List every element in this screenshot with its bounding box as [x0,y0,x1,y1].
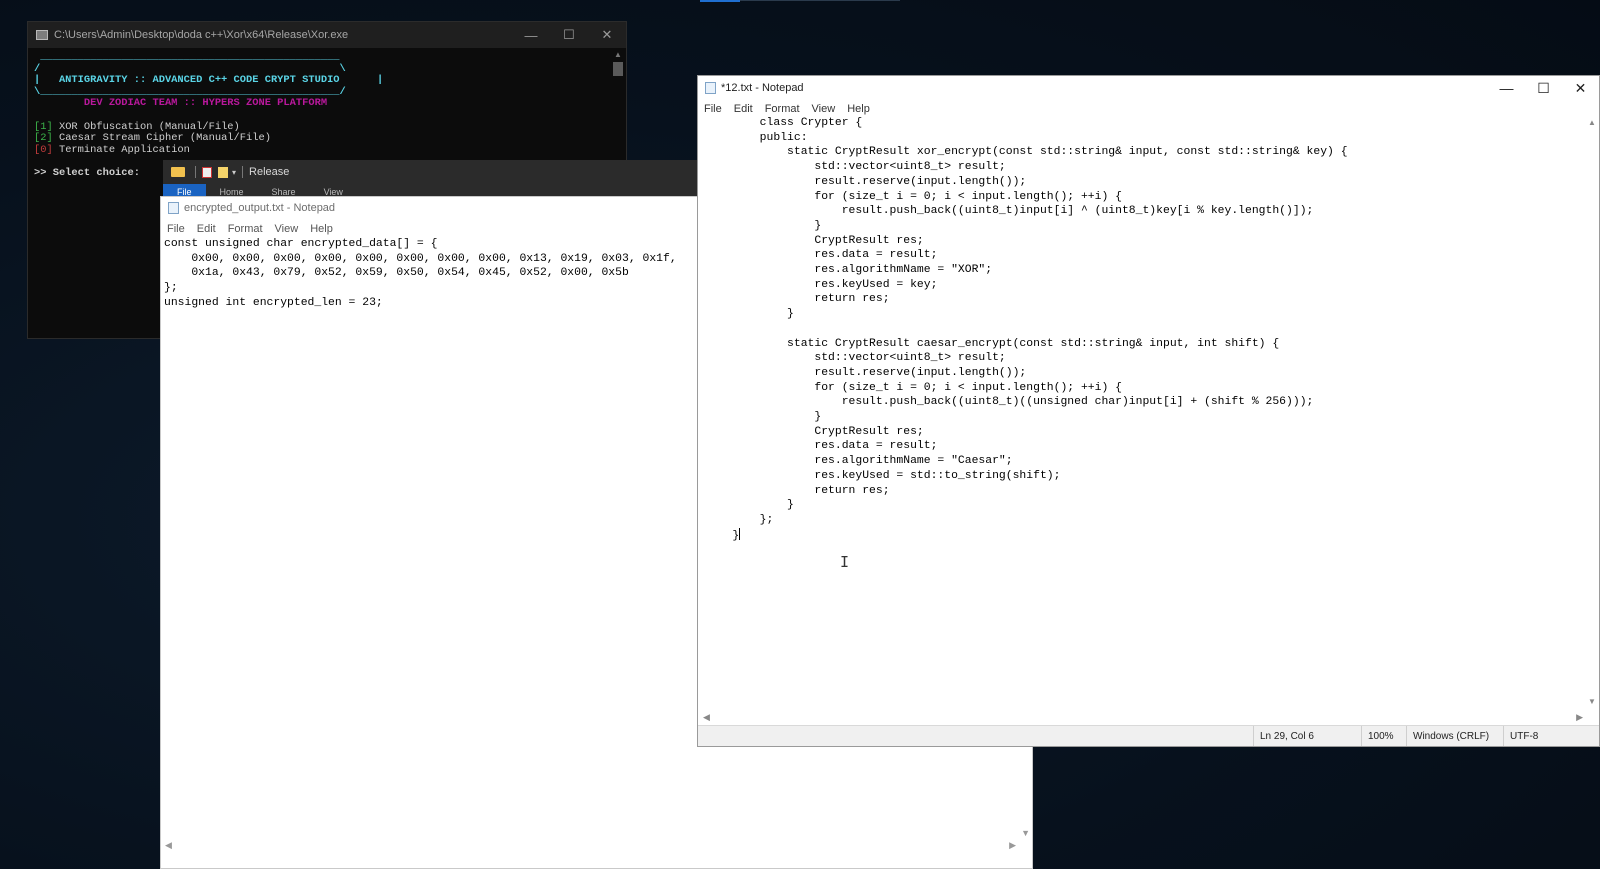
option-0-label: Terminate Application [52,143,190,156]
banner-line: / \ [34,62,346,75]
console-scrollbar[interactable]: ▲ [612,50,624,90]
notepad-statusbar: Ln 29, Col 6 100% Windows (CRLF) UTF-8 [698,725,1599,746]
notepad-output-hscrollbar[interactable]: ◀ ▶ [161,840,1032,852]
banner-subtitle: DEV ZODIAC TEAM :: HYPERS ZONE PLATFORM [34,97,328,110]
toolbar-separator [242,166,244,178]
code-content: class Crypter { public: static CryptResu… [732,117,1348,542]
status-line-endings: Windows (CRLF) [1406,726,1503,746]
explorer-title: Release [249,166,290,178]
scroll-up-icon[interactable]: ▲ [1588,118,1596,127]
option-0-key: [0] [34,143,53,156]
scroll-up-icon[interactable]: ▲ [614,50,622,59]
notepad-code-titlebar[interactable]: *12.txt - Notepad — ☐ ✕ [698,76,1599,100]
console-prompt: >> Select choice: [34,166,141,179]
new-folder-icon[interactable] [218,166,228,178]
taskbar-line [740,0,900,1]
option-2-key: [2] [34,132,53,145]
scroll-left-icon[interactable]: ◀ [165,840,172,851]
taskbar-accent [700,0,740,2]
notepad-code-text[interactable]: class Crypter { public: static CryptResu… [702,116,1348,543]
console-scroll-thumb[interactable] [613,62,623,76]
menu-view[interactable]: View [806,103,842,115]
status-position: Ln 29, Col 6 [1253,726,1361,746]
maximize-icon[interactable]: ☐ [550,27,588,43]
menu-help[interactable]: Help [304,223,339,235]
minimize-icon[interactable]: — [1488,80,1525,96]
text-caret [739,527,741,540]
scroll-down-icon[interactable]: ▼ [1021,828,1030,838]
menu-edit[interactable]: Edit [728,103,759,115]
menu-format[interactable]: Format [759,103,806,115]
banner-bottom: \_______________________________________… [34,85,346,98]
menu-help[interactable]: Help [841,103,876,115]
scroll-right-icon[interactable]: ▶ [1009,840,1016,851]
scroll-left-icon[interactable]: ◀ [703,712,710,723]
maximize-icon[interactable]: ☐ [1525,80,1562,97]
menu-file[interactable]: File [161,223,191,235]
toolbar-separator [195,166,196,178]
scroll-right-icon[interactable]: ▶ [1576,712,1583,723]
console-app-icon [36,30,48,40]
ibeam-cursor-icon: I [840,553,850,571]
notepad-code-vscrollbar[interactable]: ▲ ▼ [1585,118,1599,706]
notepad-code-hscrollbar[interactable]: ◀ ▶ [698,712,1585,724]
menu-format[interactable]: Format [222,223,269,235]
explorer-window[interactable]: ▾ Release File Home Share View [163,160,713,200]
menu-view[interactable]: View [269,223,305,235]
close-icon[interactable]: ✕ [588,27,626,43]
status-zoom: 100% [1361,726,1406,746]
status-encoding: UTF-8 [1503,726,1599,746]
console-titlebar[interactable]: C:\Users\Admin\Desktop\doda c++\Xor\x64\… [28,22,626,48]
explorer-titlebar[interactable]: ▾ Release [163,160,713,184]
notepad-output-text[interactable]: const unsigned char encrypted_data[] = {… [161,237,677,311]
properties-icon[interactable] [202,166,212,178]
notepad-code-window[interactable]: *12.txt - Notepad — ☐ ✕ File Edit Format… [697,75,1600,747]
notepad-icon [705,82,716,94]
menu-edit[interactable]: Edit [191,223,222,235]
folder-icon [171,167,185,177]
option-2-label: Caesar Stream Cipher (Manual/File) [52,132,271,145]
notepad-output-title: encrypted_output.txt - Notepad [184,202,336,214]
option-1-key: [1] [34,120,53,133]
menu-file[interactable]: File [698,103,728,115]
banner-title: | ANTIGRAVITY :: ADVANCED C++ CODE CRYPT… [34,74,384,87]
minimize-icon[interactable]: — [512,28,550,43]
close-icon[interactable]: ✕ [1562,80,1599,97]
scroll-down-icon[interactable]: ▼ [1588,697,1596,706]
console-title: C:\Users\Admin\Desktop\doda c++\Xor\x64\… [54,29,349,41]
banner-top: ________________________________________… [34,51,346,63]
quick-access-dropdown-icon[interactable]: ▾ [232,168,236,177]
option-1-label: XOR Obfuscation (Manual/File) [52,120,240,133]
notepad-icon [168,202,179,214]
notepad-code-title: *12.txt - Notepad [721,82,804,94]
